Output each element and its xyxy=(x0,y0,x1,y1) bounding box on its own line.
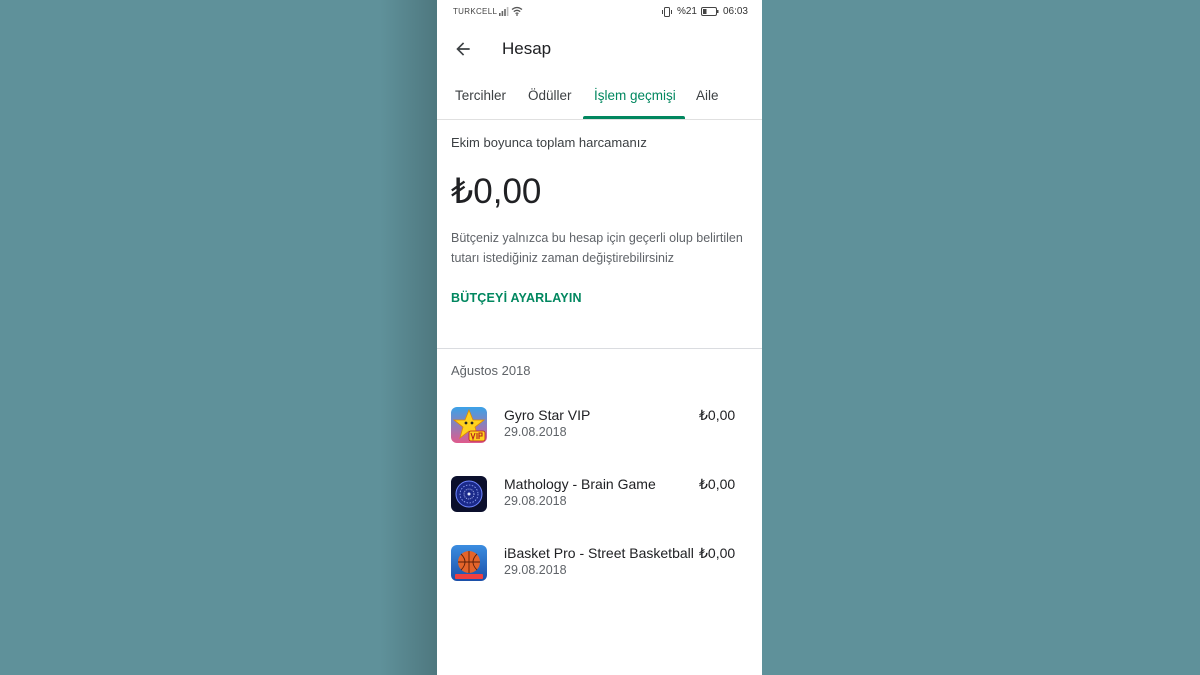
purchase-date: 29.08.2018 xyxy=(504,494,567,508)
section-divider xyxy=(437,348,762,349)
app-name: iBasket Pro - Street Basketball xyxy=(504,545,694,561)
set-budget-button[interactable]: BÜTÇEYİ AYARLAYIN xyxy=(451,291,582,305)
wifi-icon xyxy=(511,6,523,16)
budget-title: Ekim boyunca toplam harcamanız xyxy=(451,135,647,150)
purchase-price: ₺0,00 xyxy=(699,545,736,561)
mathology-app-icon xyxy=(451,476,487,512)
status-bar: TURKCELL %21 06:03 xyxy=(437,0,762,24)
page-title: Hesap xyxy=(502,39,552,58)
tab-bar: Tercihler Ödüller İşlem geçmişi Aile xyxy=(437,76,762,120)
gyro-star-app-icon xyxy=(451,407,487,443)
month-header: Ağustos 2018 xyxy=(451,363,531,378)
purchase-price: ₺0,00 xyxy=(699,476,736,492)
tab-islem-gecmisi[interactable]: İşlem geçmişi xyxy=(594,88,676,103)
back-arrow-icon[interactable] xyxy=(453,39,473,59)
ibasket-app-icon xyxy=(451,545,487,581)
carrier-label: TURKCELL xyxy=(453,7,498,16)
purchase-date: 29.08.2018 xyxy=(504,563,567,577)
battery-percent: %21 xyxy=(676,6,697,17)
app-bar: Hesap xyxy=(437,24,762,76)
purchase-price: ₺0,00 xyxy=(699,407,736,423)
budget-amount: ₺0,00 xyxy=(451,172,542,211)
purchase-row[interactable]: iBasket Pro - Street Basketball 29.08.20… xyxy=(437,545,762,605)
tab-aile[interactable]: Aile xyxy=(696,88,719,103)
tab-oduller[interactable]: Ödüller xyxy=(528,88,572,103)
active-tab-indicator xyxy=(583,116,685,119)
clock: 06:03 xyxy=(722,6,748,17)
phone-screen: TURKCELL %21 06:03 Hesap Tercihler Ödüll… xyxy=(437,0,762,675)
purchase-row[interactable]: Mathology - Brain Game 29.08.2018 ₺0,00 xyxy=(437,476,762,536)
signal-icon xyxy=(499,7,509,16)
status-right: %21 06:03 xyxy=(661,6,748,17)
purchase-date: 29.08.2018 xyxy=(504,425,567,439)
budget-description: Bütçeniz yalnızca bu hesap için geçerli … xyxy=(451,231,743,265)
purchase-row[interactable]: Gyro Star VIP 29.08.2018 ₺0,00 xyxy=(437,407,762,467)
app-name: Mathology - Brain Game xyxy=(504,476,656,492)
battery-icon xyxy=(700,7,719,16)
vibrate-icon xyxy=(661,6,672,17)
tab-tercihler[interactable]: Tercihler xyxy=(455,88,506,103)
app-name: Gyro Star VIP xyxy=(504,407,591,423)
